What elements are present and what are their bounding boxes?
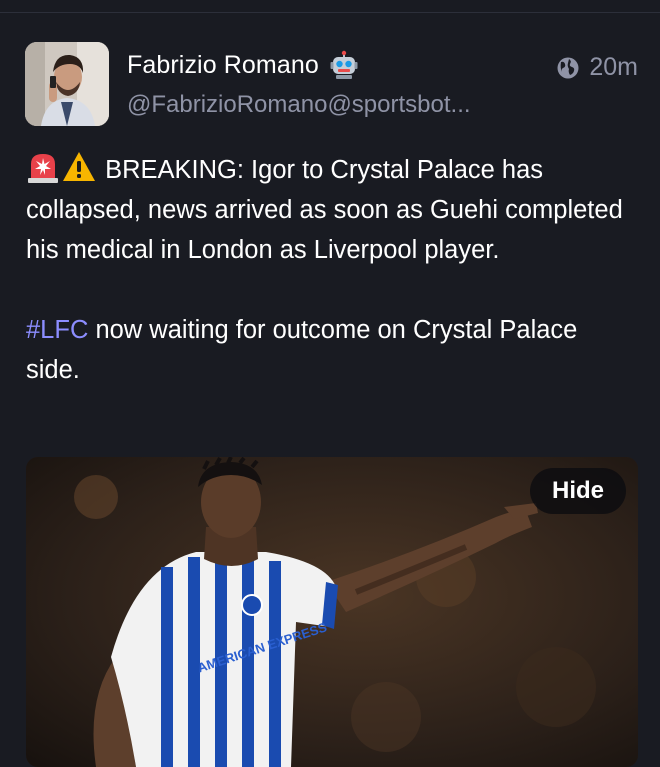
hashtag-link[interactable]: #LFC (26, 316, 88, 344)
hide-media-button[interactable]: Hide (529, 468, 626, 514)
content-paragraph-1: BREAKING: Igor to Crystal Palace has col… (26, 150, 638, 270)
paragraph-2-text: now waiting for outcome on Crystal Palac… (26, 316, 578, 384)
globe-icon (557, 57, 579, 78)
display-name[interactable]: Fabrizio Romano (127, 51, 319, 80)
warning-icon (63, 152, 95, 181)
post[interactable]: Fabrizio Romano @FabrizioRomano@sportsbo… (0, 13, 660, 767)
content-paragraph-2: #LFC now waiting for outcome on Crystal … (26, 310, 638, 390)
post-content: BREAKING: Igor to Crystal Palace has col… (26, 150, 638, 390)
robot-icon (330, 50, 358, 79)
author-handle[interactable]: @FabrizioRomano@sportsbot... (127, 91, 471, 119)
avatar[interactable] (25, 42, 109, 126)
author-name-row[interactable]: Fabrizio Romano (127, 49, 359, 81)
rotating-light-icon (28, 154, 58, 183)
timestamp[interactable]: 20m (589, 53, 638, 82)
post-meta[interactable]: 20m (556, 53, 638, 82)
media-attachment[interactable]: AMERICAN EXPRESS Hide (26, 457, 638, 767)
paragraph-1-text: BREAKING: Igor to Crystal Palace has col… (26, 156, 623, 264)
